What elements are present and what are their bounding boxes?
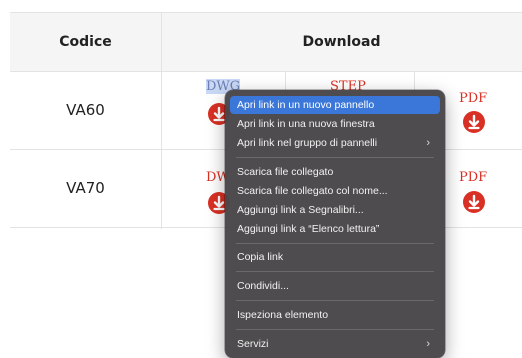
- menu-item-services[interactable]: Servizi ›: [230, 335, 440, 353]
- menu-item-inspect-element[interactable]: Ispeziona elemento: [230, 306, 440, 324]
- menu-item-open-tab-group[interactable]: Apri link nel gruppo di pannelli ›: [230, 134, 440, 152]
- context-menu: Apri link in un nuovo pannello Apri link…: [225, 90, 445, 358]
- menu-item-label: Servizi: [237, 338, 269, 350]
- pdf-link[interactable]: PDF: [459, 170, 487, 185]
- menu-item-add-bookmark[interactable]: Aggiungi link a Segnalibri...: [230, 201, 440, 219]
- menu-separator: [236, 300, 434, 301]
- column-divider: [161, 13, 162, 229]
- menu-separator: [236, 329, 434, 330]
- chevron-right-icon: ›: [426, 137, 430, 149]
- menu-separator: [236, 157, 434, 158]
- menu-item-open-new-window[interactable]: Apri link in una nuova finestra: [230, 115, 440, 133]
- menu-item-download-linked-file-as[interactable]: Scarica file collegato col nome...: [230, 182, 440, 200]
- menu-item-label: Apri link nel gruppo di pannelli: [237, 137, 378, 149]
- product-code: VA60: [66, 101, 105, 119]
- table-header-row: Codice Download: [10, 13, 522, 72]
- header-codice: Codice: [59, 34, 112, 50]
- pdf-link[interactable]: PDF: [459, 91, 487, 106]
- menu-separator: [236, 243, 434, 244]
- pdf-download-icon[interactable]: [463, 111, 485, 133]
- menu-item-add-reading-list[interactable]: Aggiungi link a “Elenco lettura”: [230, 220, 440, 238]
- menu-item-open-new-tab[interactable]: Apri link in un nuovo pannello: [230, 96, 440, 114]
- header-download: Download: [302, 34, 381, 50]
- menu-item-download-linked-file[interactable]: Scarica file collegato: [230, 163, 440, 181]
- menu-item-copy-link[interactable]: Copia link: [230, 248, 440, 266]
- pdf-download-icon[interactable]: [463, 191, 485, 213]
- product-code: VA70: [66, 179, 105, 197]
- chevron-right-icon: ›: [426, 338, 430, 350]
- menu-item-share[interactable]: Condividi...: [230, 277, 440, 295]
- menu-separator: [236, 271, 434, 272]
